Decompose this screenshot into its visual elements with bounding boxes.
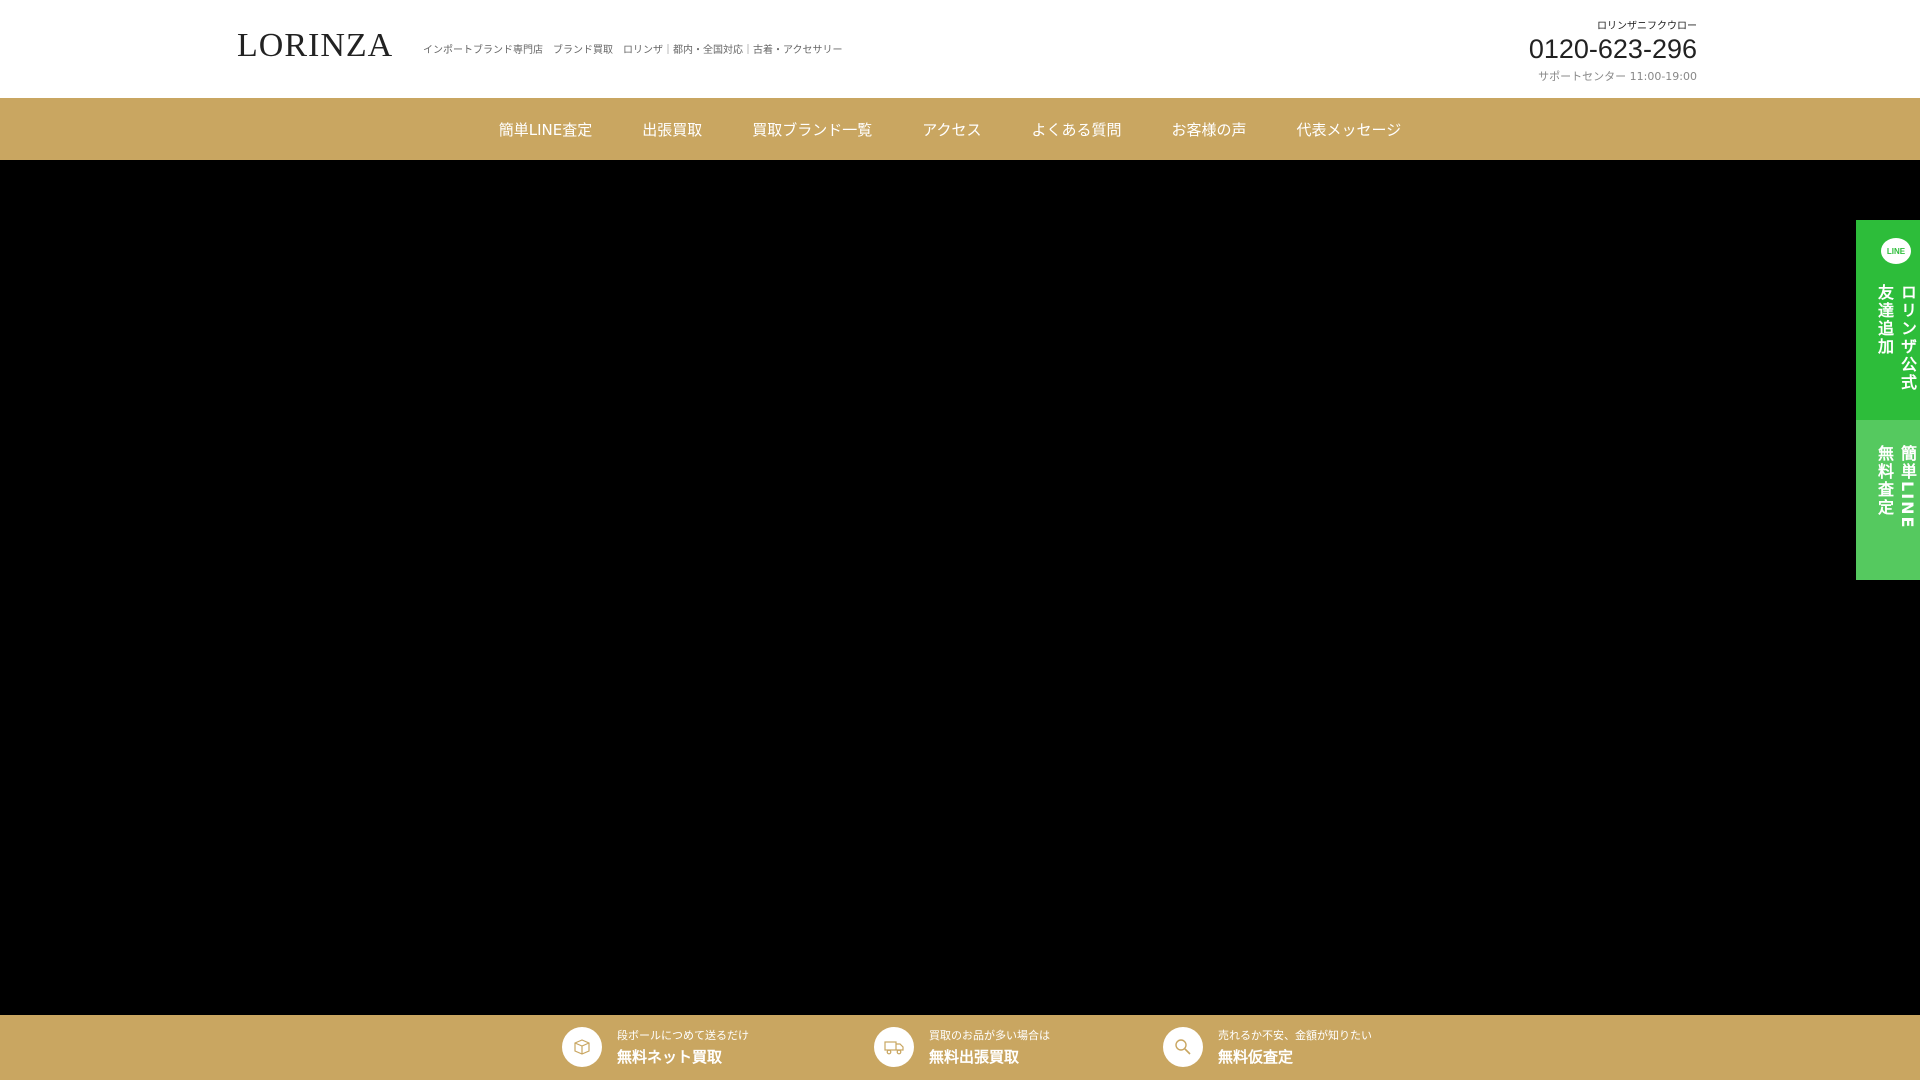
box-icon xyxy=(562,1027,602,1067)
cta-pre-small: 売れるか不安、金額が知りたい xyxy=(1218,1029,1372,1042)
site-logo[interactable]: LORINZA xyxy=(237,27,393,65)
cta-home-big: 無料出張買取 xyxy=(929,1048,1020,1066)
site-tagline: インポートブランド専門店 ブランド買取 ロリンザ｜都内・全国対応｜古着・アクセサ… xyxy=(423,45,843,56)
magnifier-icon xyxy=(1163,1027,1203,1067)
phone-number-link[interactable]: 0120-623-296 xyxy=(1529,34,1697,64)
nav-item-ceo-message[interactable]: 代表メッセージ xyxy=(1272,119,1427,140)
phone-kana: ロリンザニフクウロー xyxy=(1597,21,1697,32)
nav-item-home-purchase[interactable]: 出張買取 xyxy=(617,119,727,140)
line-tab-label-1: ロリンザ公式 xyxy=(1898,284,1917,392)
cta-home-purchase[interactable]: 買取のお品が多い場合は 無料出張買取 xyxy=(874,1027,1050,1067)
truck-icon xyxy=(874,1027,914,1067)
line-tab2-label-2: 無料査定 xyxy=(1875,445,1894,517)
cta-net-big: 無料ネット買取 xyxy=(617,1048,723,1066)
line-logo-icon: LINE xyxy=(1881,238,1911,264)
cta-home-small: 買取のお品が多い場合は xyxy=(929,1029,1050,1042)
bottom-cta-bar: 段ボールにつめて送るだけ 無料ネット買取 買取のお品が多い場合は 無料出張買取 xyxy=(0,1015,1920,1080)
nav-item-line-appraisal[interactable]: 簡単LINE査定 xyxy=(474,119,617,140)
cta-net-small: 段ボールにつめて送るだけ xyxy=(617,1029,749,1042)
nav-item-reviews[interactable]: お客様の声 xyxy=(1147,119,1272,140)
cta-net-purchase[interactable]: 段ボールにつめて送るだけ 無料ネット買取 xyxy=(562,1027,749,1067)
main-nav: 簡単LINE査定 出張買取 買取ブランド一覧 アクセス よくある質問 お客様の声… xyxy=(0,98,1920,160)
support-hours: サポートセンター 11:00-19:00 xyxy=(1538,70,1697,83)
line-tab-label-2: 友達追加 xyxy=(1875,284,1894,356)
hero-video[interactable] xyxy=(0,160,1920,1015)
nav-item-faq[interactable]: よくある質問 xyxy=(1007,119,1147,140)
nav-item-access[interactable]: アクセス xyxy=(897,119,1006,140)
contact-block: ロリンザニフクウロー 0120-623-296 サポートセンター 11:00-1… xyxy=(1529,17,1697,84)
line-tab2-label-1: 簡単LINE xyxy=(1898,445,1917,530)
site-header: LORINZA インポートブランド専門店 ブランド買取 ロリンザ｜都内・全国対応… xyxy=(0,0,1920,98)
cta-pre-appraisal[interactable]: 売れるか不安、金額が知りたい 無料仮査定 xyxy=(1163,1027,1372,1067)
nav-item-brand-list[interactable]: 買取ブランド一覧 xyxy=(727,119,897,140)
cta-pre-big: 無料仮査定 xyxy=(1218,1048,1294,1066)
